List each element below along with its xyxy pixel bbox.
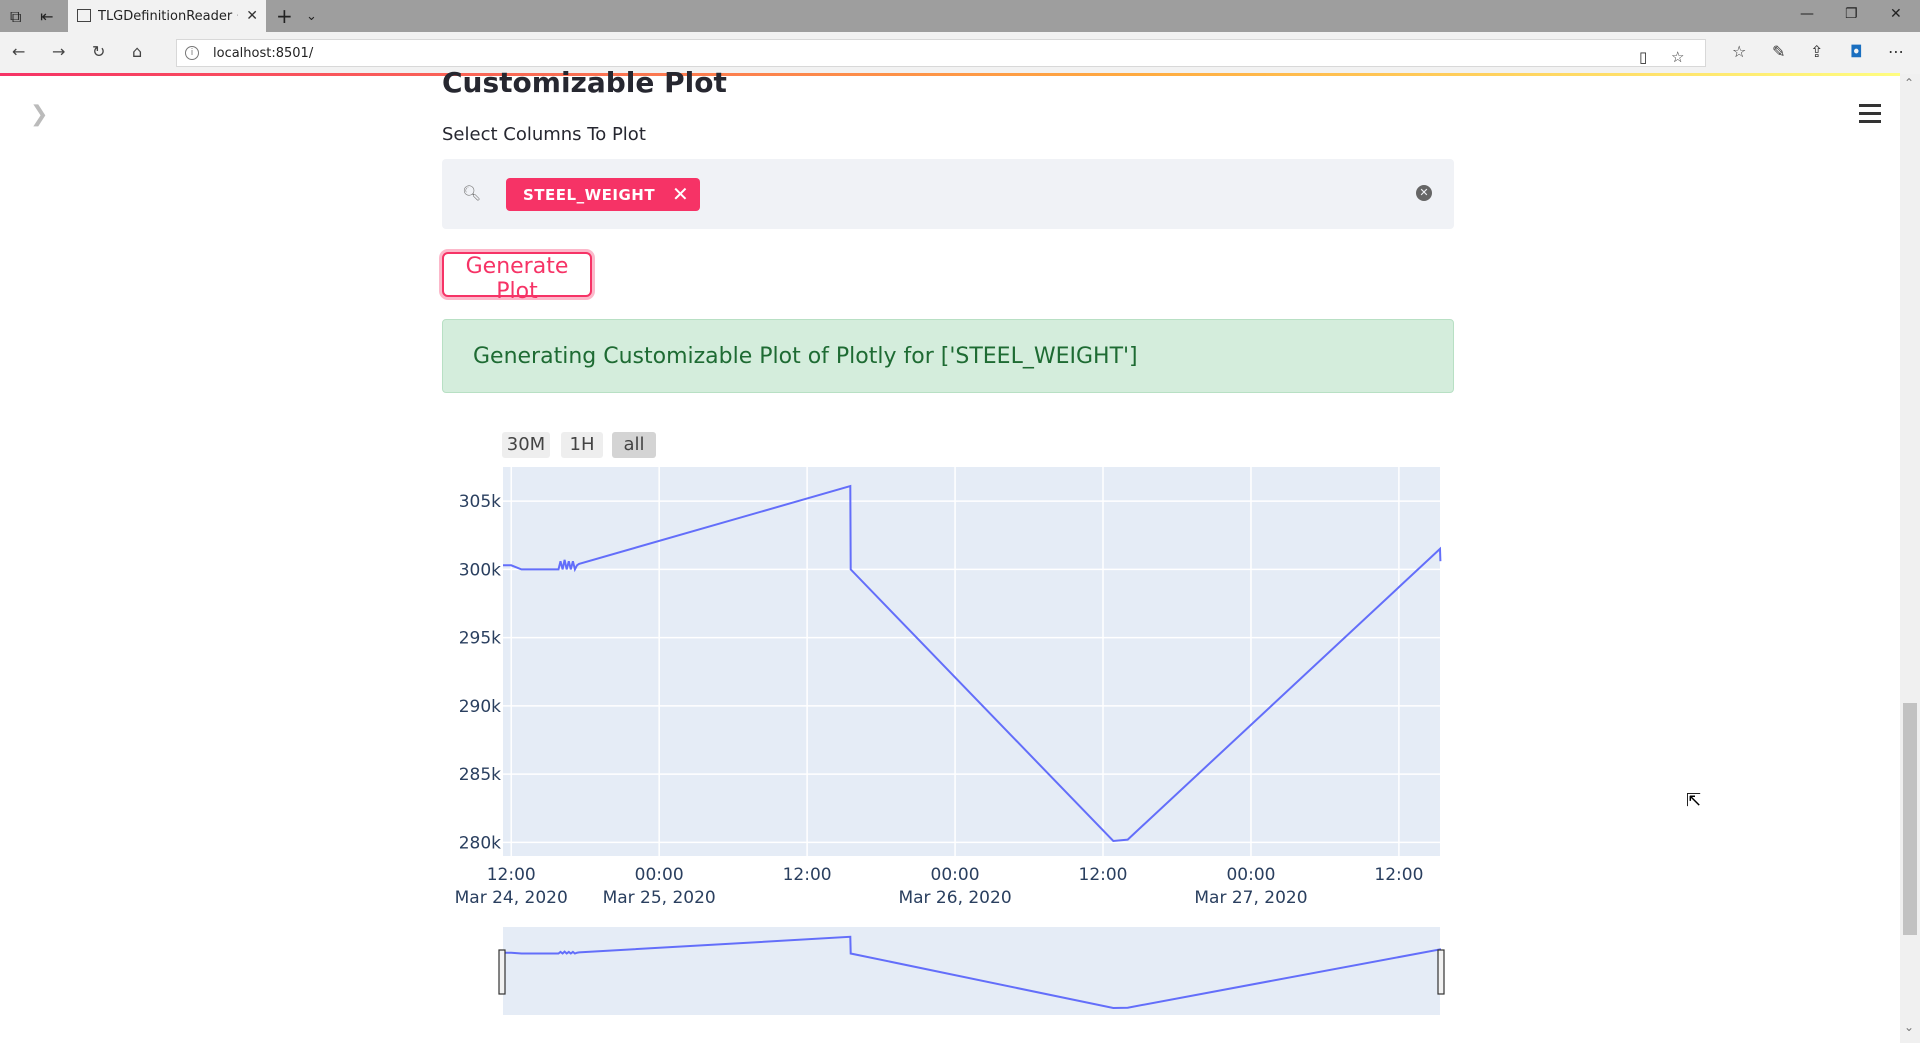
site-info-icon[interactable]: i: [185, 46, 199, 60]
tab-list-chevron-icon[interactable]: ⌄: [306, 9, 317, 24]
x-tick-label: 12:00: [487, 865, 536, 885]
y-tick-label: 280k: [459, 833, 501, 853]
success-alert: Generating Customizable Plot of Plotly f…: [442, 319, 1454, 393]
range-slider[interactable]: [440, 920, 1460, 1015]
success-message: Generating Customizable Plot of Plotly f…: [473, 344, 1138, 369]
mouse-cursor-icon: ⇱: [1686, 790, 1702, 811]
search-icon: 🔍︎: [462, 184, 482, 202]
x-tick-label: 00:00: [931, 865, 980, 885]
favorites-list-icon[interactable]: ☆: [1732, 42, 1746, 61]
scrollbar-thumb[interactable]: [1903, 703, 1917, 935]
x-tick-label: 12:00: [1374, 865, 1423, 885]
x-tick-date-label: Mar 27, 2020: [1194, 888, 1307, 908]
range-button-all[interactable]: all: [612, 432, 656, 458]
x-tick-date-label: Mar 24, 2020: [455, 888, 568, 908]
refresh-icon[interactable]: ↻: [92, 42, 105, 61]
share-icon[interactable]: ⇪: [1810, 42, 1823, 61]
home-icon[interactable]: ⌂: [132, 42, 142, 61]
extension-icon[interactable]: ◘: [1850, 42, 1863, 61]
streamlit-decoration-bar: [0, 73, 1900, 76]
y-tick-label: 300k: [459, 560, 501, 580]
close-window-icon[interactable]: ✕: [1890, 6, 1902, 22]
restore-icon[interactable]: ❐: [1845, 6, 1858, 22]
forward-icon[interactable]: →: [52, 42, 65, 61]
url-text: localhost:8501/: [213, 46, 314, 61]
plot-area: [503, 467, 1440, 856]
reading-view-icon[interactable]: ▯: [1639, 48, 1647, 66]
x-tick-date-label: Mar 26, 2020: [898, 888, 1011, 908]
browser-tab-bar: ⧉ ⇤ TLGDefinitionReader · S ✕ + ⌄ — ❐ ✕: [0, 0, 1920, 32]
generate-plot-button[interactable]: Generate Plot: [442, 252, 592, 304]
x-tick-label: 12:00: [783, 865, 832, 885]
remove-chip-icon[interactable]: ✕: [672, 182, 689, 206]
scroll-down-icon[interactable]: ⌄: [1904, 1020, 1914, 1034]
x-tick-label: 12:00: [1079, 865, 1128, 885]
line-chart[interactable]: 280k 285k 290k 295k 300k 305k 12:00 Mar 24, 202…: [440, 460, 1460, 910]
close-tab-icon[interactable]: ✕: [246, 8, 258, 24]
address-bar[interactable]: i localhost:8501/ ▯ ☆: [176, 39, 1706, 67]
clear-all-icon[interactable]: ✕: [1416, 185, 1432, 201]
y-tick-label: 285k: [459, 765, 501, 785]
tab-title: TLGDefinitionReader · S: [98, 8, 238, 24]
x-tick-label: 00:00: [1226, 865, 1275, 885]
back-icon[interactable]: ←: [12, 42, 25, 61]
slider-right-handle: [1437, 949, 1445, 995]
slider-left-handle: [498, 949, 506, 995]
selected-chip: STEEL_WEIGHT ✕: [506, 178, 700, 211]
x-tick-label: 00:00: [635, 865, 684, 885]
minimize-icon[interactable]: —: [1800, 6, 1814, 22]
slider-background: [503, 927, 1440, 1015]
tab-actions-icon[interactable]: ⧉: [10, 7, 21, 27]
y-tick-label: 295k: [459, 629, 501, 649]
y-tick-label: 305k: [459, 492, 501, 512]
page-favicon-icon: [77, 9, 91, 22]
new-tab-icon[interactable]: +: [276, 4, 293, 28]
more-menu-icon[interactable]: ⋯: [1888, 42, 1904, 61]
favorite-star-icon[interactable]: ☆: [1671, 48, 1684, 66]
browser-tab[interactable]: TLGDefinitionReader · S ✕: [68, 0, 266, 32]
scroll-up-icon[interactable]: ⌃: [1904, 76, 1914, 90]
set-aside-tabs-icon[interactable]: ⇤: [40, 7, 53, 26]
column-multiselect[interactable]: 🔍︎ STEEL_WEIGHT ✕ ✕: [442, 159, 1454, 229]
select-columns-label: Select Columns To Plot: [442, 124, 646, 145]
range-button-30m[interactable]: 30M: [502, 432, 550, 458]
pen-icon[interactable]: ✎: [1772, 42, 1785, 61]
range-button-1h[interactable]: 1H: [561, 432, 603, 458]
y-tick-label: 290k: [459, 697, 501, 717]
sidebar-expand-chevron-icon[interactable]: ❯: [30, 102, 48, 127]
chip-label: STEEL_WEIGHT: [523, 186, 656, 204]
hamburger-menu-icon[interactable]: [1859, 104, 1881, 124]
page-title: Customizable Plot: [442, 66, 727, 99]
x-tick-date-label: Mar 25, 2020: [603, 888, 716, 908]
